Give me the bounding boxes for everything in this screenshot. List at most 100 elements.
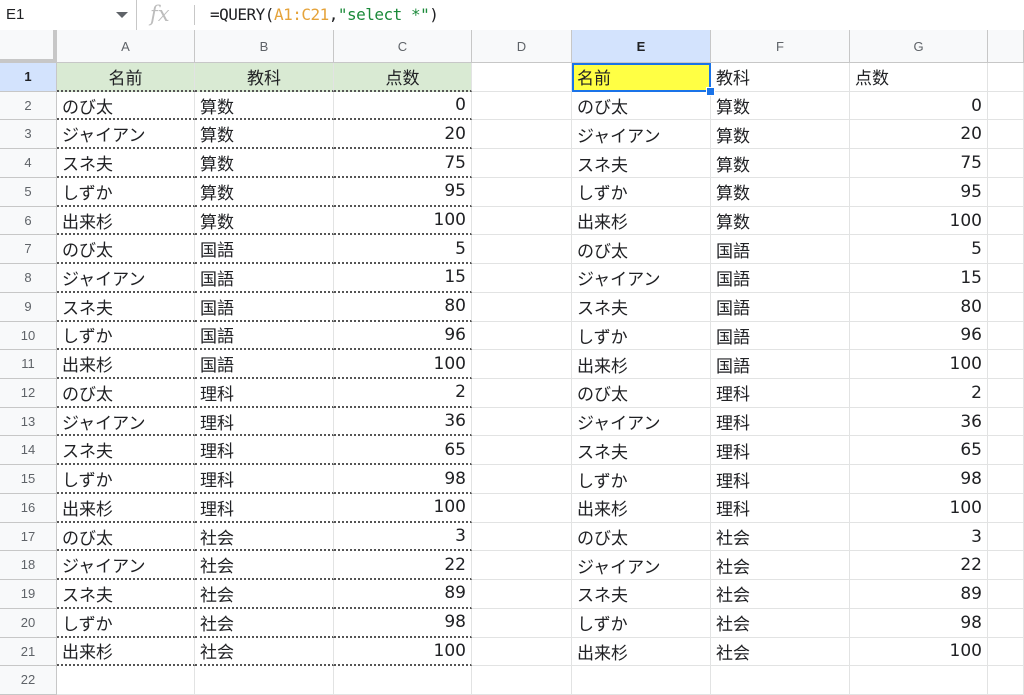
source-data-cell[interactable]: 100 [334, 493, 472, 523]
query-result-cell[interactable]: 理科 [711, 493, 850, 523]
source-data-cell[interactable]: 出来杉 [57, 206, 195, 236]
source-data-cell[interactable]: のび太 [57, 379, 195, 408]
cell[interactable] [988, 177, 1024, 207]
cell[interactable] [850, 666, 988, 695]
query-result-cell[interactable]: 国語 [711, 350, 850, 380]
source-data-cell[interactable]: 98 [334, 465, 472, 494]
cell[interactable] [472, 177, 572, 207]
query-result-cell[interactable]: 国語 [711, 321, 850, 351]
source-data-cell[interactable]: 75 [334, 149, 472, 178]
source-data-cell[interactable]: 65 [334, 436, 472, 466]
source-data-cell[interactable]: 社会 [195, 608, 334, 638]
source-data-cell[interactable]: スネ夫 [57, 292, 195, 322]
source-data-cell[interactable]: 98 [334, 608, 472, 638]
query-result-cell[interactable]: しずか [572, 608, 711, 638]
query-result-cell[interactable]: 理科 [711, 436, 850, 466]
query-result-cell[interactable]: 95 [850, 177, 988, 207]
column-header-a[interactable]: A [57, 30, 195, 63]
cell[interactable] [988, 551, 1024, 581]
query-result-cell[interactable]: 22 [850, 551, 988, 581]
source-data-cell[interactable]: 国語 [195, 321, 334, 351]
query-result-cell[interactable]: 3 [850, 522, 988, 552]
query-result-cell[interactable]: 社会 [711, 551, 850, 581]
source-header-cell[interactable]: 名前 [57, 63, 195, 92]
cell[interactable] [988, 666, 1024, 695]
cell[interactable] [988, 63, 1024, 92]
source-data-cell[interactable]: しずか [57, 465, 195, 494]
cell[interactable] [988, 465, 1024, 494]
row-header-21[interactable]: 21 [0, 637, 57, 667]
query-result-cell[interactable]: しずか [572, 177, 711, 207]
row-header-6[interactable]: 6 [0, 206, 57, 236]
cell[interactable] [988, 292, 1024, 322]
column-header-d[interactable]: D [472, 30, 572, 63]
source-data-cell[interactable]: 理科 [195, 379, 334, 408]
cell[interactable] [988, 350, 1024, 380]
query-result-cell[interactable]: 算数 [711, 177, 850, 207]
query-result-cell[interactable]: 65 [850, 436, 988, 466]
cell[interactable] [472, 666, 572, 695]
source-data-cell[interactable]: ジャイアン [57, 264, 195, 293]
source-data-cell[interactable]: 100 [334, 637, 472, 667]
source-data-cell[interactable]: 22 [334, 551, 472, 581]
query-result-cell[interactable]: ジャイアン [572, 407, 711, 437]
source-data-cell[interactable]: 100 [334, 206, 472, 236]
cell[interactable] [472, 465, 572, 494]
source-data-cell[interactable]: しずか [57, 608, 195, 638]
query-result-cell[interactable]: 理科 [711, 379, 850, 408]
row-header-13[interactable]: 13 [0, 407, 57, 437]
row-header-1[interactable]: 1 [0, 63, 57, 92]
source-data-cell[interactable]: 算数 [195, 206, 334, 236]
query-result-cell[interactable]: 算数 [711, 91, 850, 121]
query-result-cell[interactable]: 100 [850, 206, 988, 236]
query-result-cell[interactable]: 5 [850, 235, 988, 265]
cell[interactable] [988, 91, 1024, 121]
source-data-cell[interactable]: しずか [57, 321, 195, 351]
query-result-cell[interactable]: 出来杉 [572, 350, 711, 380]
source-data-cell[interactable]: 社会 [195, 637, 334, 667]
query-result-cell[interactable]: ジャイアン [572, 264, 711, 293]
query-result-cell[interactable]: 98 [850, 608, 988, 638]
query-result-cell[interactable]: 15 [850, 264, 988, 293]
cell[interactable] [988, 379, 1024, 408]
cell[interactable] [472, 235, 572, 265]
query-result-cell[interactable]: 2 [850, 379, 988, 408]
source-data-cell[interactable]: 36 [334, 407, 472, 437]
query-result-cell[interactable]: 社会 [711, 608, 850, 638]
source-data-cell[interactable]: 0 [334, 91, 472, 121]
row-header-4[interactable]: 4 [0, 149, 57, 178]
cell[interactable] [988, 522, 1024, 552]
source-data-cell[interactable]: ジャイアン [57, 120, 195, 150]
cell[interactable] [988, 149, 1024, 178]
query-result-cell[interactable]: 国語 [711, 264, 850, 293]
query-result-cell[interactable]: しずか [572, 465, 711, 494]
source-data-cell[interactable]: 15 [334, 264, 472, 293]
column-header-b[interactable]: B [195, 30, 334, 63]
cell[interactable] [988, 206, 1024, 236]
query-result-cell[interactable]: 出来杉 [572, 637, 711, 667]
source-data-cell[interactable]: 社会 [195, 551, 334, 581]
cell[interactable] [988, 235, 1024, 265]
source-data-cell[interactable]: スネ夫 [57, 149, 195, 178]
select-all-corner[interactable] [0, 30, 57, 63]
query-result-cell[interactable]: 100 [850, 350, 988, 380]
cell[interactable] [711, 666, 850, 695]
query-result-cell[interactable]: スネ夫 [572, 149, 711, 178]
row-header-5[interactable]: 5 [0, 177, 57, 207]
row-header-8[interactable]: 8 [0, 264, 57, 293]
cell[interactable] [472, 292, 572, 322]
source-data-cell[interactable]: スネ夫 [57, 436, 195, 466]
query-result-cell[interactable]: 出来杉 [572, 206, 711, 236]
cell[interactable] [472, 637, 572, 667]
query-result-cell[interactable]: 出来杉 [572, 493, 711, 523]
cell[interactable] [472, 436, 572, 466]
source-data-cell[interactable]: 20 [334, 120, 472, 150]
row-header-14[interactable]: 14 [0, 436, 57, 466]
query-result-cell[interactable]: 100 [850, 493, 988, 523]
source-data-cell[interactable]: 3 [334, 522, 472, 552]
query-result-cell[interactable]: 算数 [711, 206, 850, 236]
source-data-cell[interactable]: 95 [334, 177, 472, 207]
query-result-cell[interactable]: 20 [850, 120, 988, 150]
cell[interactable] [988, 637, 1024, 667]
cell[interactable] [472, 350, 572, 380]
